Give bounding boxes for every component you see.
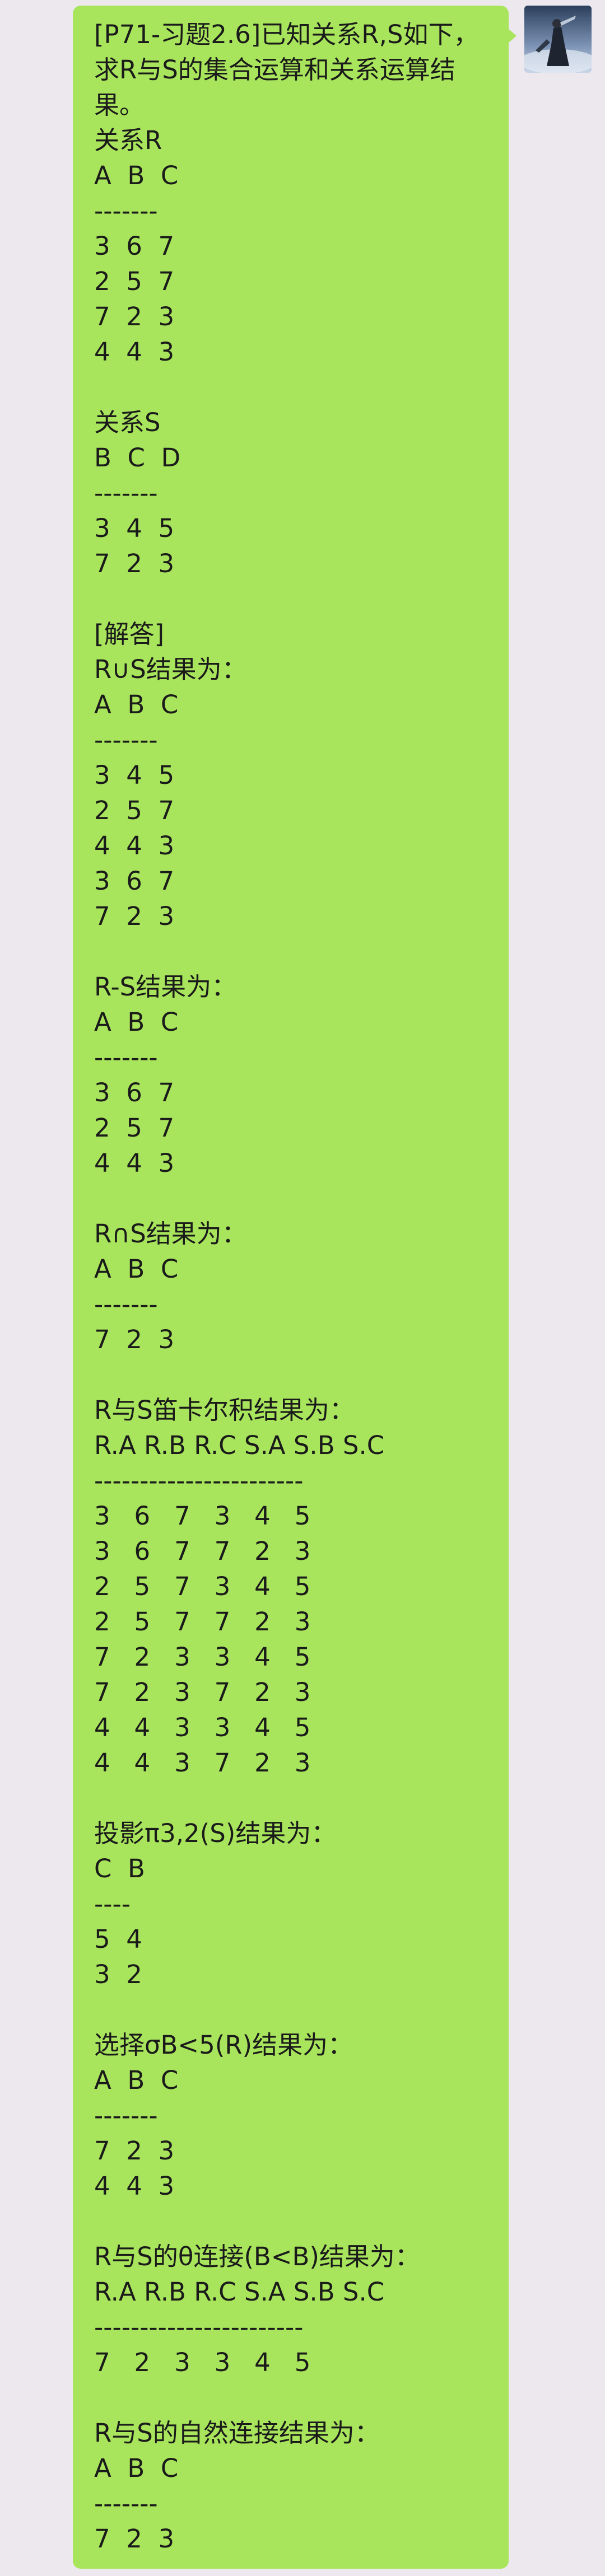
bubble-tail <box>508 28 516 44</box>
chat-area: [P71-习题2.6]已知关系R,S如下，求R与S的集合运算和关系运算结果。 关… <box>0 0 605 2576</box>
message-bubble[interactable]: [P71-习题2.6]已知关系R,S如下，求R与S的集合运算和关系运算结果。 关… <box>73 6 516 2569</box>
avatar-image <box>524 6 592 73</box>
avatar-icon[interactable] <box>524 6 592 73</box>
message-text: [P71-习题2.6]已知关系R,S如下，求R与S的集合运算和关系运算结果。 关… <box>94 20 479 2554</box>
